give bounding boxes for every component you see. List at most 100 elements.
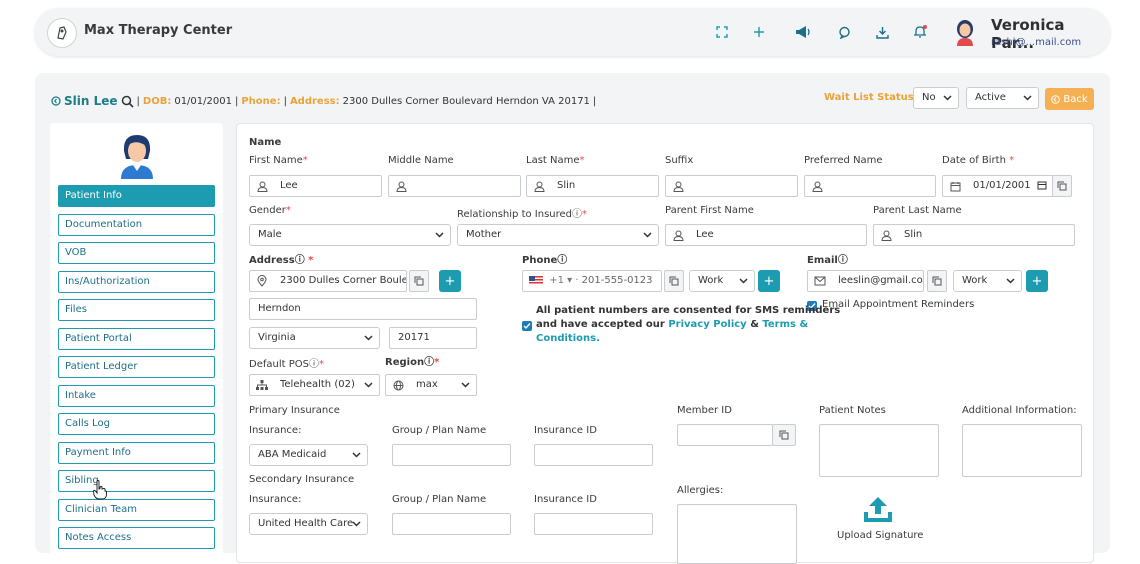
sidebar-item-patient-info[interactable]: Patient Info [58, 185, 215, 207]
sidebar-item-patient-ledger[interactable]: Patient Ledger [58, 356, 215, 378]
copy-icon[interactable] [772, 424, 796, 446]
sidebar-item-calls-log[interactable]: Calls Log [58, 413, 215, 435]
first-name-input[interactable]: Lee [249, 175, 382, 197]
collapse-icon[interactable] [51, 96, 61, 106]
waitlist-label: Wait List Status: [824, 92, 918, 103]
sidebar-item-intake[interactable]: Intake [58, 384, 215, 407]
avatar[interactable] [953, 18, 977, 46]
copy-icon[interactable] [664, 270, 684, 292]
default-pos-select[interactable]: Telehealth (02) [249, 374, 380, 396]
user-icon [666, 176, 690, 196]
parent-last-label: Parent Last Name [873, 205, 962, 216]
user-icon [874, 225, 898, 245]
user-icon [389, 176, 413, 196]
first-name-label: First Name* [249, 155, 308, 166]
email-field-label: Emailⓘ [807, 255, 848, 266]
chevron-down-icon [739, 271, 748, 299]
insurance-id-label: Insurance ID [534, 425, 597, 436]
patient-name: Slin Lee [64, 94, 118, 108]
add-phone-button[interactable]: + [758, 270, 780, 292]
phone-type-select[interactable]: Work [689, 270, 755, 292]
address-field-label: Addressⓘ * [249, 255, 314, 266]
patient-notes-textarea[interactable] [819, 424, 939, 477]
dob-value: 01/01/2001 [174, 95, 232, 107]
gender-label: Gender* [249, 205, 291, 216]
chevron-down-icon [1006, 271, 1015, 299]
state-select[interactable]: Virginia [249, 327, 380, 349]
terms-link[interactable]: Terms & [762, 319, 808, 330]
upload-icon[interactable] [862, 496, 894, 528]
parent-first-label: Parent First Name [665, 205, 754, 216]
plus-icon[interactable] [751, 24, 767, 40]
active-status-select[interactable]: Active [966, 87, 1039, 109]
suffix-input[interactable] [665, 175, 798, 197]
sidebar-item-patient-portal[interactable]: Patient Portal [58, 327, 215, 350]
copy-icon[interactable] [409, 270, 429, 292]
additional-info-textarea[interactable] [962, 424, 1082, 477]
sidebar-item-notes-access[interactable]: Notes Access [58, 527, 215, 549]
email-input[interactable]: leeslin@gmail.co [807, 270, 924, 292]
allergies-textarea[interactable] [677, 504, 797, 564]
gender-select[interactable]: Male [249, 224, 451, 246]
user-icon [805, 176, 829, 196]
zip-input[interactable]: 20171 [389, 327, 477, 349]
primary-group-plan-input[interactable] [392, 444, 511, 466]
patient-notes-label: Patient Notes [819, 405, 886, 416]
download-icon[interactable] [874, 24, 890, 40]
primary-insurance-id-input[interactable] [534, 444, 653, 466]
member-id-input[interactable] [677, 424, 773, 446]
location-pin-icon [250, 271, 274, 291]
last-name-input[interactable]: Slin [526, 175, 659, 197]
privacy-policy-link[interactable]: Privacy Policy [668, 319, 746, 330]
address-input[interactable]: 2300 Dulles Corner Boulev [249, 270, 407, 292]
phone-input[interactable]: +1 ▾ · 201-555-0123 [522, 270, 662, 292]
upload-signature-label[interactable]: Upload Signature [837, 530, 923, 541]
city-input[interactable]: Herndon [249, 298, 477, 320]
sidebar-item-ins-authorization[interactable]: Ins/Authorization [58, 270, 215, 293]
sidebar-item-vob[interactable]: VOB [58, 242, 215, 264]
phone-field-label: Phoneⓘ [522, 255, 568, 266]
back-button[interactable]: Back [1045, 88, 1094, 110]
secondary-insurance-select[interactable]: United Health Care [249, 513, 368, 535]
preferred-name-input[interactable] [804, 175, 936, 197]
search-icon[interactable] [121, 95, 134, 108]
parent-first-input[interactable]: Lee [665, 224, 867, 246]
chevron-down-icon [943, 88, 952, 116]
chevron-down-icon [461, 375, 470, 395]
sms-consent-checkbox[interactable] [522, 321, 532, 331]
primary-insurance-select[interactable]: ABA Medicaid [249, 444, 368, 466]
calendar-picker-icon [1037, 176, 1047, 196]
default-pos-label: Default POSⓘ* [249, 359, 324, 370]
region-label: Regionⓘ* [385, 357, 440, 368]
secondary-insurance-title: Secondary Insurance [249, 474, 355, 485]
fullscreen-icon[interactable] [714, 24, 730, 40]
bell-icon[interactable] [912, 24, 928, 40]
copy-icon[interactable] [1052, 175, 1072, 197]
dob-input[interactable]: 01/01/2001 [942, 175, 1054, 197]
patient-info-bar: Slin Lee | DOB: 01/01/2001 | Phone: | Ad… [51, 94, 596, 108]
user-icon [527, 176, 551, 196]
chevron-down-icon [1023, 88, 1032, 116]
megaphone-icon[interactable] [795, 24, 811, 40]
waitlist-status-select[interactable]: No [913, 87, 959, 109]
add-address-button[interactable]: + [439, 270, 461, 292]
sidebar-item-sibling[interactable]: Sibling [58, 470, 215, 492]
parent-last-input[interactable]: Slin [873, 224, 1075, 246]
copy-icon[interactable] [927, 270, 947, 292]
add-email-button[interactable]: + [1026, 270, 1048, 292]
sidebar-item-payment-info[interactable]: Payment Info [58, 441, 215, 464]
middle-name-input[interactable] [388, 175, 521, 197]
sidebar-item-files[interactable]: Files [58, 299, 215, 321]
secondary-insurance-id-input[interactable] [534, 513, 653, 535]
email-type-select[interactable]: Work [953, 270, 1022, 292]
chevron-down-icon [352, 514, 361, 542]
sidebar-item-documentation[interactable]: Documentation [58, 213, 215, 236]
primary-insurance-title: Primary Insurance [249, 405, 340, 416]
phone-label: Phone: [241, 95, 281, 107]
secondary-group-plan-input[interactable] [392, 513, 511, 535]
conditions-link[interactable]: Conditions. [536, 332, 600, 346]
relationship-select[interactable]: Mother [457, 224, 659, 246]
sidebar-item-clinician-team[interactable]: Clinician Team [58, 498, 215, 521]
chat-icon[interactable] [836, 24, 852, 40]
region-select[interactable]: max [385, 374, 477, 396]
